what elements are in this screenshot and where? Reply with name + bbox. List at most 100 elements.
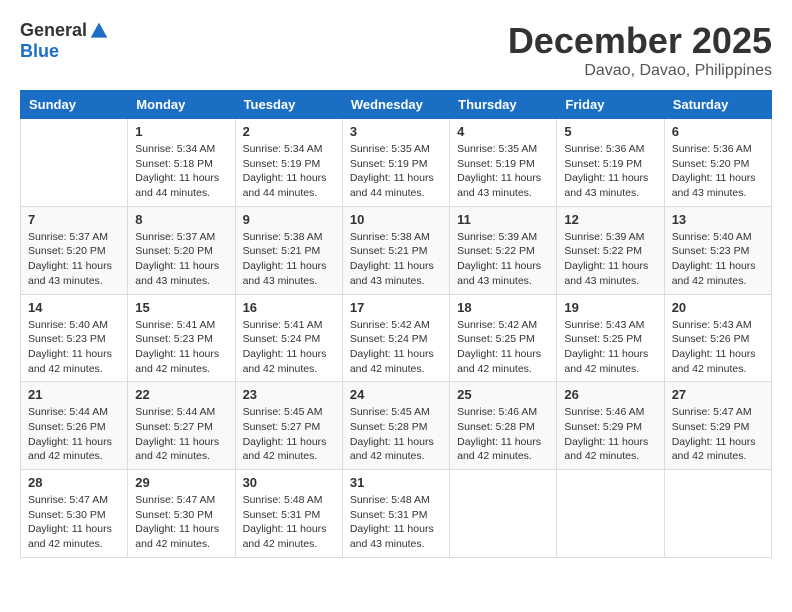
- title-section: December 2025 Davao, Davao, Philippines: [508, 20, 772, 80]
- table-row: 18Sunrise: 5:42 AMSunset: 5:25 PMDayligh…: [450, 294, 557, 382]
- day-number: 10: [350, 212, 442, 227]
- day-number: 6: [672, 124, 764, 139]
- day-info: Sunrise: 5:37 AMSunset: 5:20 PMDaylight:…: [28, 230, 120, 289]
- day-number: 1: [135, 124, 227, 139]
- logo-blue-text: Blue: [20, 41, 59, 62]
- calendar-week-row: 14 Sunrise: 5:40 AMSunset: 5:23 PMDayligh…: [21, 294, 772, 382]
- table-row: 20Sunrise: 5:43 AMSunset: 5:26 PMDayligh…: [664, 294, 771, 382]
- day-number: 3: [350, 124, 442, 139]
- day-info: Sunrise: 5:41 AMSunset: 5:24 PMDaylight:…: [243, 318, 335, 377]
- table-row: [557, 470, 664, 558]
- day-number: 12: [564, 212, 656, 227]
- day-number: 25: [457, 387, 549, 402]
- table-row: [21, 119, 128, 207]
- table-row: [450, 470, 557, 558]
- header-thursday: Thursday: [450, 91, 557, 119]
- table-row: 25 Sunrise: 5:46 AMSunset: 5:28 PMDayligh…: [450, 382, 557, 470]
- calendar-week-row: 28Sunrise: 5:47 AMSunset: 5:30 PMDayligh…: [21, 470, 772, 558]
- day-number: 29: [135, 475, 227, 490]
- day-info: Sunrise: 5:44 AMSunset: 5:27 PMDaylight:…: [135, 405, 227, 464]
- table-row: 2 Sunrise: 5:34 AMSunset: 5:19 PMDaylight…: [235, 119, 342, 207]
- day-info: Sunrise: 5:38 AMSunset: 5:21 PMDaylight:…: [243, 230, 335, 289]
- table-row: 24 Sunrise: 5:45 AMSunset: 5:28 PMDayligh…: [342, 382, 449, 470]
- day-number: 23: [243, 387, 335, 402]
- header-monday: Monday: [128, 91, 235, 119]
- table-row: 31 Sunrise: 5:48 AMSunset: 5:31 PMDayligh…: [342, 470, 449, 558]
- table-row: 3 Sunrise: 5:35 AMSunset: 5:19 PMDaylight…: [342, 119, 449, 207]
- day-info: Sunrise: 5:47 AMSunset: 5:30 PMDaylight:…: [28, 493, 120, 552]
- day-info: Sunrise: 5:42 AMSunset: 5:25 PMDaylight:…: [457, 318, 549, 377]
- calendar-week-row: 1 Sunrise: 5:34 AMSunset: 5:18 PMDaylight…: [21, 119, 772, 207]
- day-number: 9: [243, 212, 335, 227]
- logo-general-text: General: [20, 20, 87, 41]
- table-row: 8 Sunrise: 5:37 AMSunset: 5:20 PMDaylight…: [128, 206, 235, 294]
- table-row: 14 Sunrise: 5:40 AMSunset: 5:23 PMDayligh…: [21, 294, 128, 382]
- calendar-header-row: Sunday Monday Tuesday Wednesday Thursday…: [21, 91, 772, 119]
- day-info: Sunrise: 5:48 AMSunset: 5:31 PMDaylight:…: [350, 493, 442, 552]
- day-info: Sunrise: 5:45 AMSunset: 5:27 PMDaylight:…: [243, 405, 335, 464]
- day-number: 15: [135, 300, 227, 315]
- day-info: Sunrise: 5:43 AMSunset: 5:25 PMDaylight:…: [564, 318, 656, 377]
- table-row: 15 Sunrise: 5:41 AMSunset: 5:23 PMDayligh…: [128, 294, 235, 382]
- day-info: Sunrise: 5:39 AMSunset: 5:22 PMDaylight:…: [564, 230, 656, 289]
- header-saturday: Saturday: [664, 91, 771, 119]
- day-info: Sunrise: 5:46 AMSunset: 5:29 PMDaylight:…: [564, 405, 656, 464]
- table-row: 6Sunrise: 5:36 AMSunset: 5:20 PMDaylight…: [664, 119, 771, 207]
- calendar-week-row: 7 Sunrise: 5:37 AMSunset: 5:20 PMDaylight…: [21, 206, 772, 294]
- table-row: 10 Sunrise: 5:38 AMSunset: 5:21 PMDayligh…: [342, 206, 449, 294]
- day-info: Sunrise: 5:34 AMSunset: 5:19 PMDaylight:…: [243, 142, 335, 201]
- header-tuesday: Tuesday: [235, 91, 342, 119]
- table-row: 30Sunrise: 5:48 AMSunset: 5:31 PMDayligh…: [235, 470, 342, 558]
- calendar-table: Sunday Monday Tuesday Wednesday Thursday…: [20, 90, 772, 558]
- day-info: Sunrise: 5:42 AMSunset: 5:24 PMDaylight:…: [350, 318, 442, 377]
- day-number: 27: [672, 387, 764, 402]
- table-row: 1 Sunrise: 5:34 AMSunset: 5:18 PMDaylight…: [128, 119, 235, 207]
- month-title: December 2025: [508, 20, 772, 62]
- table-row: 29 Sunrise: 5:47 AMSunset: 5:30 PMDayligh…: [128, 470, 235, 558]
- calendar-week-row: 21Sunrise: 5:44 AMSunset: 5:26 PMDayligh…: [21, 382, 772, 470]
- table-row: 11 Sunrise: 5:39 AMSunset: 5:22 PMDayligh…: [450, 206, 557, 294]
- day-info: Sunrise: 5:45 AMSunset: 5:28 PMDaylight:…: [350, 405, 442, 464]
- day-number: 24: [350, 387, 442, 402]
- day-info: Sunrise: 5:39 AMSunset: 5:22 PMDaylight:…: [457, 230, 549, 289]
- day-number: 2: [243, 124, 335, 139]
- day-info: Sunrise: 5:44 AMSunset: 5:26 PMDaylight:…: [28, 405, 120, 464]
- day-info: Sunrise: 5:47 AMSunset: 5:30 PMDaylight:…: [135, 493, 227, 552]
- day-info: Sunrise: 5:36 AMSunset: 5:19 PMDaylight:…: [564, 142, 656, 201]
- day-info: Sunrise: 5:37 AMSunset: 5:20 PMDaylight:…: [135, 230, 227, 289]
- day-info: Sunrise: 5:40 AMSunset: 5:23 PMDaylight:…: [672, 230, 764, 289]
- day-number: 5: [564, 124, 656, 139]
- table-row: 13 Sunrise: 5:40 AMSunset: 5:23 PMDayligh…: [664, 206, 771, 294]
- day-info: Sunrise: 5:40 AMSunset: 5:23 PMDaylight:…: [28, 318, 120, 377]
- day-number: 17: [350, 300, 442, 315]
- day-info: Sunrise: 5:35 AMSunset: 5:19 PMDaylight:…: [457, 142, 549, 201]
- day-info: Sunrise: 5:41 AMSunset: 5:23 PMDaylight:…: [135, 318, 227, 377]
- table-row: 19Sunrise: 5:43 AMSunset: 5:25 PMDayligh…: [557, 294, 664, 382]
- table-row: 17 Sunrise: 5:42 AMSunset: 5:24 PMDayligh…: [342, 294, 449, 382]
- day-number: 8: [135, 212, 227, 227]
- day-number: 22: [135, 387, 227, 402]
- location-subtitle: Davao, Davao, Philippines: [508, 62, 772, 80]
- table-row: 22 Sunrise: 5:44 AMSunset: 5:27 PMDayligh…: [128, 382, 235, 470]
- table-row: 12 Sunrise: 5:39 AMSunset: 5:22 PMDayligh…: [557, 206, 664, 294]
- logo: General Blue: [20, 20, 109, 62]
- day-info: Sunrise: 5:34 AMSunset: 5:18 PMDaylight:…: [135, 142, 227, 201]
- day-number: 31: [350, 475, 442, 490]
- day-info: Sunrise: 5:46 AMSunset: 5:28 PMDaylight:…: [457, 405, 549, 464]
- day-number: 26: [564, 387, 656, 402]
- day-number: 14: [28, 300, 120, 315]
- table-row: 28Sunrise: 5:47 AMSunset: 5:30 PMDayligh…: [21, 470, 128, 558]
- table-row: [664, 470, 771, 558]
- day-info: Sunrise: 5:38 AMSunset: 5:21 PMDaylight:…: [350, 230, 442, 289]
- logo-icon: [89, 21, 109, 41]
- day-number: 13: [672, 212, 764, 227]
- day-number: 7: [28, 212, 120, 227]
- day-number: 20: [672, 300, 764, 315]
- day-info: Sunrise: 5:35 AMSunset: 5:19 PMDaylight:…: [350, 142, 442, 201]
- day-info: Sunrise: 5:47 AMSunset: 5:29 PMDaylight:…: [672, 405, 764, 464]
- header-sunday: Sunday: [21, 91, 128, 119]
- table-row: 23 Sunrise: 5:45 AMSunset: 5:27 PMDayligh…: [235, 382, 342, 470]
- table-row: 26 Sunrise: 5:46 AMSunset: 5:29 PMDayligh…: [557, 382, 664, 470]
- day-number: 11: [457, 212, 549, 227]
- table-row: 4Sunrise: 5:35 AMSunset: 5:19 PMDaylight…: [450, 119, 557, 207]
